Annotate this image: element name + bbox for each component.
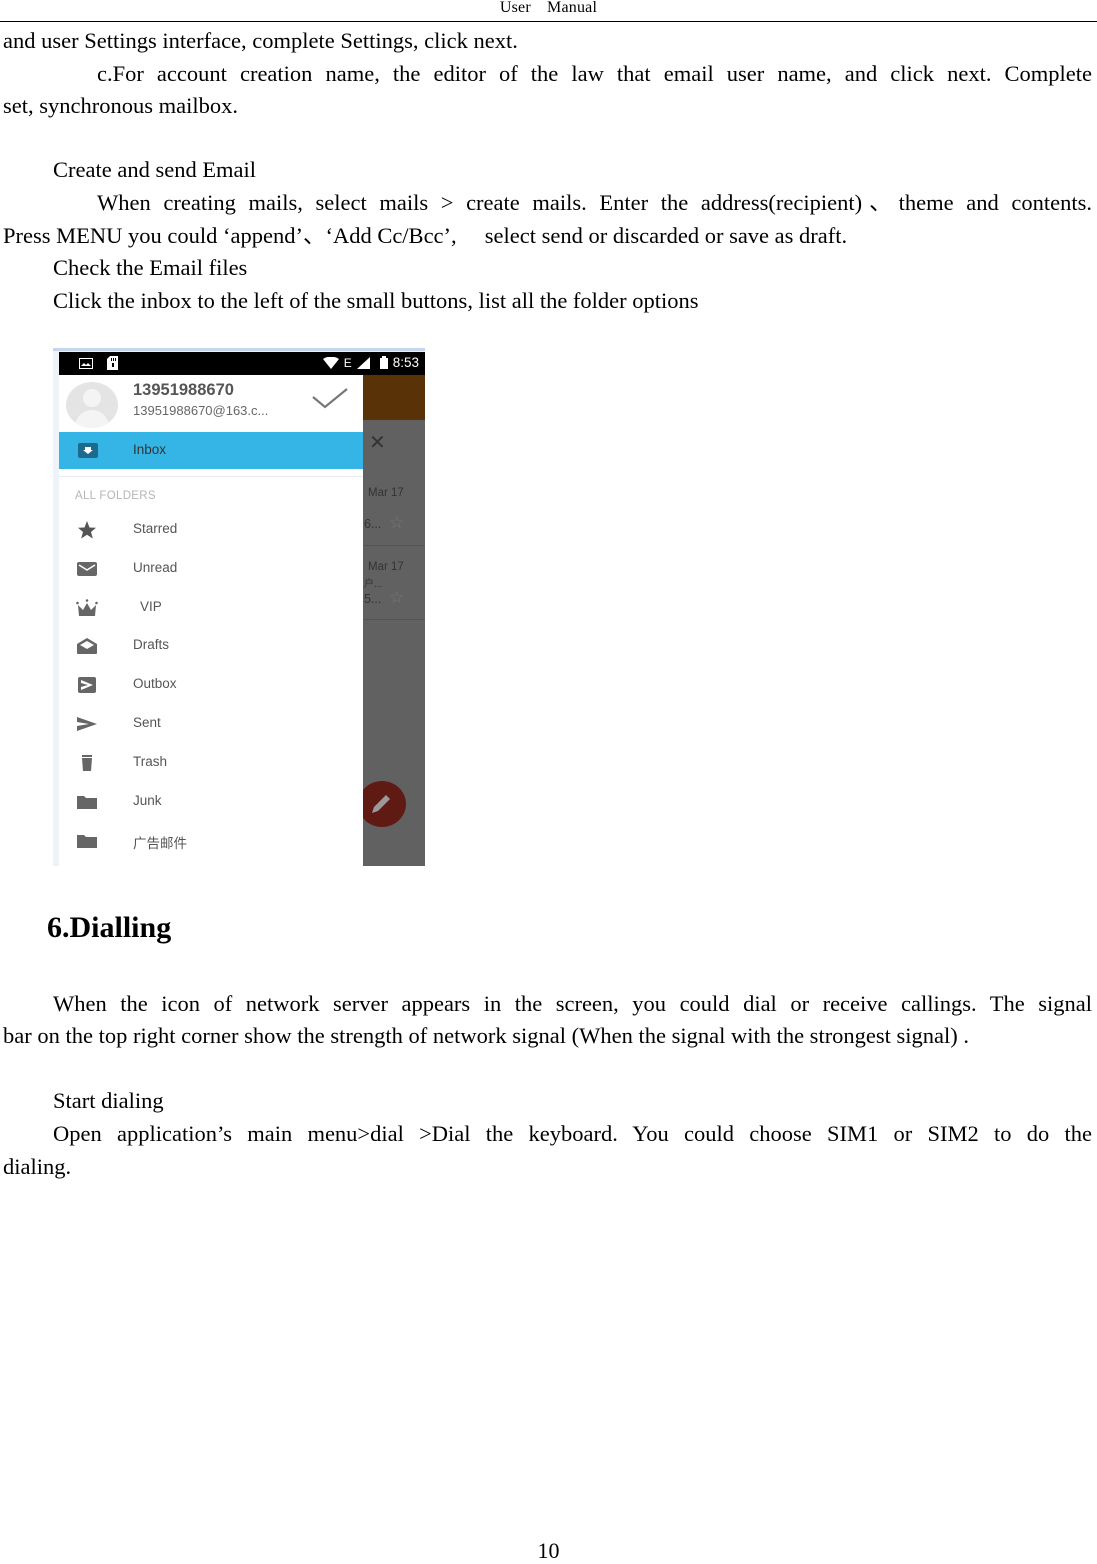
star-outline-icon[interactable]: ☆ <box>389 588 404 608</box>
folder-item-vip[interactable]: VIP <box>59 590 363 624</box>
paragraph: set, synchronous mailbox. <box>3 93 238 118</box>
page-header: User Manual <box>0 0 1097 22</box>
star-outline-icon[interactable]: ☆ <box>389 513 404 533</box>
paragraph: When the icon of network server appears … <box>53 991 1092 1016</box>
folder-label: Outbox <box>133 676 177 691</box>
folder-item-sent[interactable]: Sent <box>59 706 363 740</box>
folder-label: Drafts <box>133 637 170 652</box>
trash-icon <box>82 755 92 771</box>
compose-button[interactable] <box>358 781 406 827</box>
star-icon <box>78 521 96 539</box>
folder-label: Junk <box>133 793 162 808</box>
divider <box>363 545 425 546</box>
paragraph: When creating mails, select mails > crea… <box>97 190 1092 215</box>
clock: 8:53 <box>392 355 419 370</box>
subheading: Start dialing <box>53 1088 164 1113</box>
folder-icon <box>77 796 97 809</box>
crown-icon <box>76 599 98 616</box>
folder-item-junk[interactable]: Junk <box>59 784 363 818</box>
folder-label: Trash <box>133 754 168 769</box>
signal-icon <box>356 356 370 369</box>
page-number: 10 <box>537 1538 560 1563</box>
account-email: 13951988670@163.c... <box>133 403 269 418</box>
network-type: E <box>343 355 352 370</box>
send-icon <box>77 717 97 731</box>
app-bar <box>363 375 425 420</box>
screenshot-border <box>53 348 425 351</box>
battery-icon <box>379 356 388 369</box>
section-label: ALL FOLDERS <box>75 490 156 502</box>
phone-screenshot: E 8:53 ✕ Mar 17 6... ☆ Mar 17 户... 5... … <box>53 348 425 866</box>
folder-label: Starred <box>133 521 178 536</box>
mail-snippet: 5... <box>364 592 382 606</box>
folder-label: VIP <box>140 599 162 614</box>
envelope-icon <box>77 562 97 576</box>
status-bar: E 8:53 <box>59 352 425 375</box>
section-heading: 6.Dialling <box>47 911 172 944</box>
paragraph: dialing. <box>3 1154 72 1179</box>
account-name: 13951988670 <box>133 381 234 399</box>
folder-label: Sent <box>133 715 161 730</box>
paragraph: Click the inbox to the left of the small… <box>53 288 699 313</box>
close-icon[interactable]: ✕ <box>369 430 386 454</box>
folder-label: 广告邮件 <box>133 836 187 852</box>
mail-snippet: 户... <box>364 579 383 590</box>
paragraph: Press MENU you could ‘append’、‘Add Cc/Bc… <box>3 223 848 248</box>
paragraph: c.For account creation name, the editor … <box>97 61 1092 86</box>
pencil-icon <box>372 795 390 813</box>
paragraph: bar on the top right corner show the str… <box>3 1023 970 1048</box>
subheading: Create and send Email <box>53 157 257 182</box>
folder-item-trash[interactable]: Trash <box>59 745 363 779</box>
outbox-icon <box>78 677 96 693</box>
mail-date: Mar 17 <box>368 487 404 499</box>
paragraph: Open application’s main menu>dial >Dial … <box>53 1121 1092 1146</box>
check-icon[interactable] <box>311 385 349 411</box>
folder-icon <box>77 835 97 848</box>
paragraph: and user Settings interface, complete Se… <box>3 28 518 53</box>
sd-card-icon <box>107 356 118 370</box>
image-icon <box>79 357 93 369</box>
folder-item-outbox[interactable]: Outbox <box>59 667 363 701</box>
wifi-icon <box>322 356 339 369</box>
divider <box>363 619 425 620</box>
header-title: User Manual <box>499 0 598 16</box>
divider <box>59 476 363 477</box>
folder-label: Inbox <box>133 442 167 457</box>
folder-item-unread[interactable]: Unread <box>59 551 363 585</box>
folder-item-drafts[interactable]: Drafts <box>59 628 363 662</box>
folder-item-ads[interactable]: 广告邮件 <box>59 823 363 857</box>
drafts-icon <box>77 638 97 654</box>
folder-item-inbox[interactable]: Inbox <box>59 432 363 469</box>
avatar[interactable] <box>66 382 118 428</box>
folder-label: Unread <box>133 560 178 575</box>
inbox-icon <box>78 443 98 458</box>
folder-item-starred[interactable]: Starred <box>59 512 363 546</box>
mail-date: Mar 17 <box>368 561 404 573</box>
mail-snippet: 6... <box>364 517 382 531</box>
subheading: Check the Email files <box>53 255 248 280</box>
navigation-drawer: 13951988670 13951988670@163.c... Inbox A… <box>59 375 363 866</box>
